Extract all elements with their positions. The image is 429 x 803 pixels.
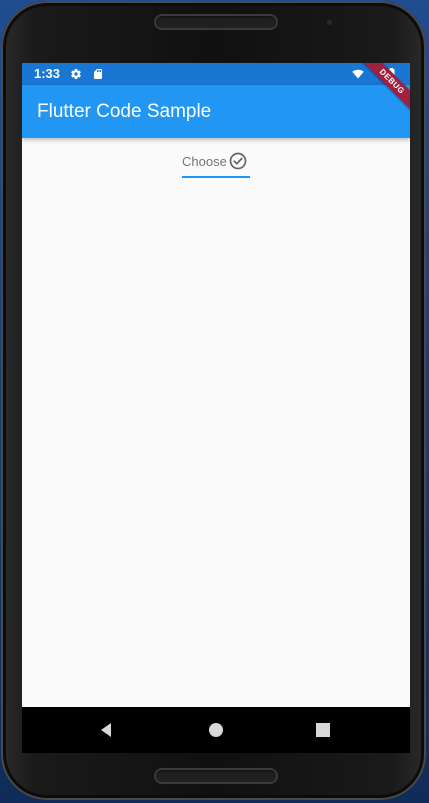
bottom-speaker <box>154 768 278 784</box>
check-circle-outline-icon <box>229 152 247 170</box>
device-screen: 1:33 Flutter Code Sample DEBUG Choose <box>22 63 410 753</box>
sd-card-icon <box>94 69 102 79</box>
gear-icon <box>71 69 81 80</box>
app-bar: Flutter Code Sample <box>22 85 410 138</box>
navigation-bar <box>22 707 410 753</box>
status-time: 1:33 <box>34 66 61 81</box>
phone-frame: 1:33 Flutter Code Sample DEBUG Choose <box>1 1 426 800</box>
wifi-icon <box>352 69 364 79</box>
front-camera <box>325 18 334 27</box>
top-speaker <box>154 14 278 30</box>
back-icon[interactable] <box>97 720 117 740</box>
choose-dropdown-button[interactable]: Choose <box>182 150 250 178</box>
app-title: Flutter Code Sample <box>37 101 212 122</box>
recents-icon[interactable] <box>313 720 333 740</box>
home-icon[interactable] <box>206 720 226 740</box>
choose-label: Choose <box>182 154 227 169</box>
status-bar: 1:33 <box>22 63 410 85</box>
